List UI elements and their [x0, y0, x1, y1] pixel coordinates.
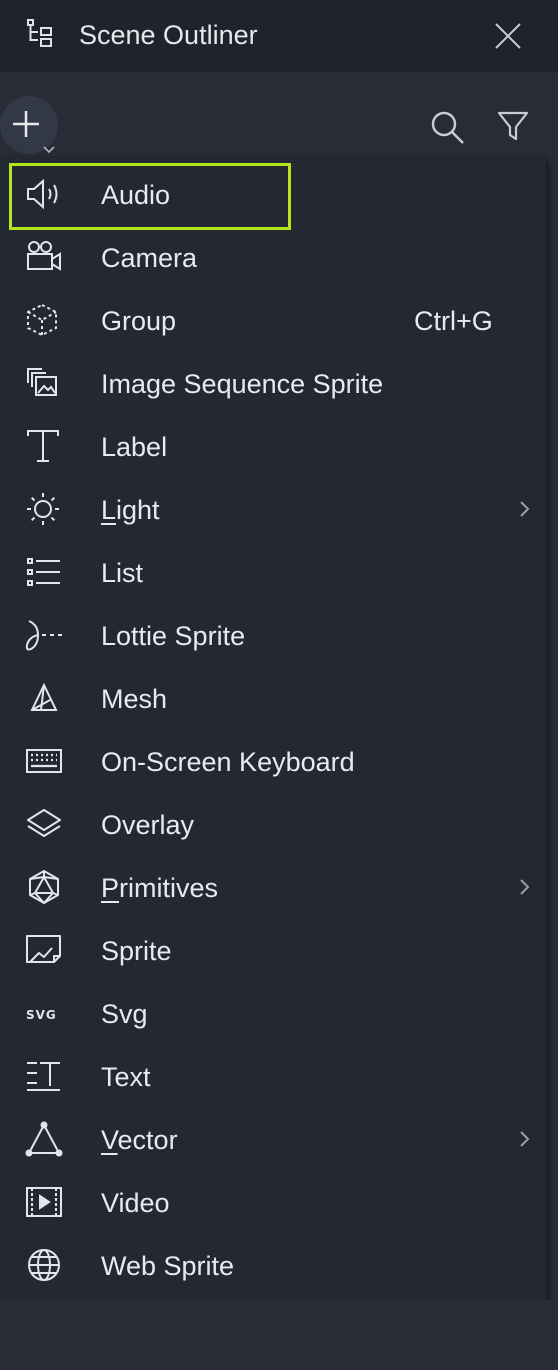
menu-item-label: Label	[101, 432, 168, 462]
label-rest: rimitives	[119, 873, 219, 903]
svg-icon-text: SVG	[26, 1008, 57, 1022]
menu-item-label: On-Screen Keyboard	[101, 747, 355, 777]
mnemonic-letter: L	[101, 495, 117, 525]
plus-icon	[13, 111, 39, 137]
menu-item-overlay[interactable]: Overlay	[0, 792, 546, 855]
vector-triangle-icon	[25, 1121, 63, 1157]
image-sequence-icon	[27, 368, 57, 396]
keyboard-icon	[26, 749, 62, 773]
outliner-toolbar	[0, 72, 558, 158]
menu-item-svg[interactable]: SVG Svg	[0, 981, 546, 1044]
menu-item-label: Overlay	[101, 810, 195, 840]
outliner-tree-icon	[27, 19, 52, 47]
menu-item-label: List	[101, 558, 144, 588]
menu-item-label: Web Sprite	[101, 1251, 235, 1281]
menu-item-image-sequence-sprite[interactable]: Image Sequence Sprite	[0, 351, 546, 414]
panel-edge	[546, 158, 558, 1300]
menu-item-label: Lottie Sprite	[101, 621, 246, 651]
label-rest: ector	[117, 1125, 178, 1155]
panel-title: Scene Outliner	[79, 20, 258, 50]
chevron-down-icon[interactable]	[42, 144, 56, 154]
menu-item-label[interactable]: Label	[0, 414, 546, 477]
globe-icon	[28, 1249, 60, 1281]
list-icon	[27, 558, 60, 586]
mnemonic-letter: P	[101, 873, 120, 903]
mesh-icon	[30, 682, 58, 711]
close-icon[interactable]	[492, 20, 524, 52]
menu-item-label: Video	[101, 1188, 170, 1218]
menu-item-label: Text	[101, 1062, 151, 1092]
polyhedron-icon	[29, 870, 59, 904]
video-icon	[26, 1187, 62, 1217]
svg-icon: SVG	[26, 1008, 57, 1022]
menu-item-text[interactable]: Text	[0, 1044, 546, 1107]
menu-item-sprite[interactable]: Sprite	[0, 918, 546, 981]
text-t-icon	[27, 430, 59, 462]
menu-item-web-sprite[interactable]: Web Sprite	[0, 1233, 546, 1296]
menu-item-primitives[interactable]: Primitives	[0, 855, 546, 918]
menu-item-list[interactable]: List	[0, 540, 546, 603]
sun-icon	[27, 493, 59, 525]
group-icon	[27, 303, 57, 337]
menu-item-video[interactable]: Video	[0, 1170, 546, 1233]
label-rest: ight	[116, 495, 160, 525]
chevron-right-icon	[520, 879, 530, 895]
outliner-body	[0, 1300, 558, 1370]
shortcut-label: Ctrl+G	[414, 306, 493, 336]
search-icon[interactable]	[428, 108, 468, 148]
menu-item-on-screen-keyboard[interactable]: On-Screen Keyboard	[0, 729, 546, 792]
menu-item-label: Camera	[101, 243, 198, 273]
lottie-icon	[25, 620, 62, 651]
title-bar: Scene Outliner	[0, 0, 558, 72]
highlight-box	[9, 163, 291, 230]
menu-item-label: Image Sequence Sprite	[101, 369, 384, 399]
chevron-right-icon	[520, 501, 530, 517]
menu-item-label: Sprite	[101, 936, 172, 966]
menu-item-light[interactable]: Light	[0, 477, 546, 540]
menu-item-label: Primitives	[101, 873, 218, 904]
menu-item-lottie-sprite[interactable]: Lottie Sprite	[0, 603, 546, 666]
layers-icon	[27, 809, 61, 837]
add-node-menu: Audio Camera Group Ctrl+G Image Sequence…	[0, 158, 547, 1300]
filter-icon[interactable]	[495, 108, 531, 144]
menu-item-camera[interactable]: Camera	[0, 225, 546, 288]
menu-item-label: Mesh	[101, 684, 168, 714]
menu-item-label: Light	[101, 495, 160, 526]
menu-item-vector[interactable]: Vector	[0, 1107, 546, 1170]
mnemonic-letter: V	[101, 1125, 118, 1155]
menu-item-label: Group	[101, 306, 177, 336]
menu-item-label: Svg	[101, 999, 148, 1029]
text-lines-icon	[27, 1062, 60, 1091]
camera-icon	[27, 241, 61, 271]
chevron-right-icon	[520, 1131, 530, 1147]
sprite-icon	[26, 935, 61, 963]
menu-item-mesh[interactable]: Mesh	[0, 666, 546, 729]
menu-item-group[interactable]: Group Ctrl+G	[0, 288, 546, 351]
menu-item-label: Vector	[101, 1125, 178, 1156]
